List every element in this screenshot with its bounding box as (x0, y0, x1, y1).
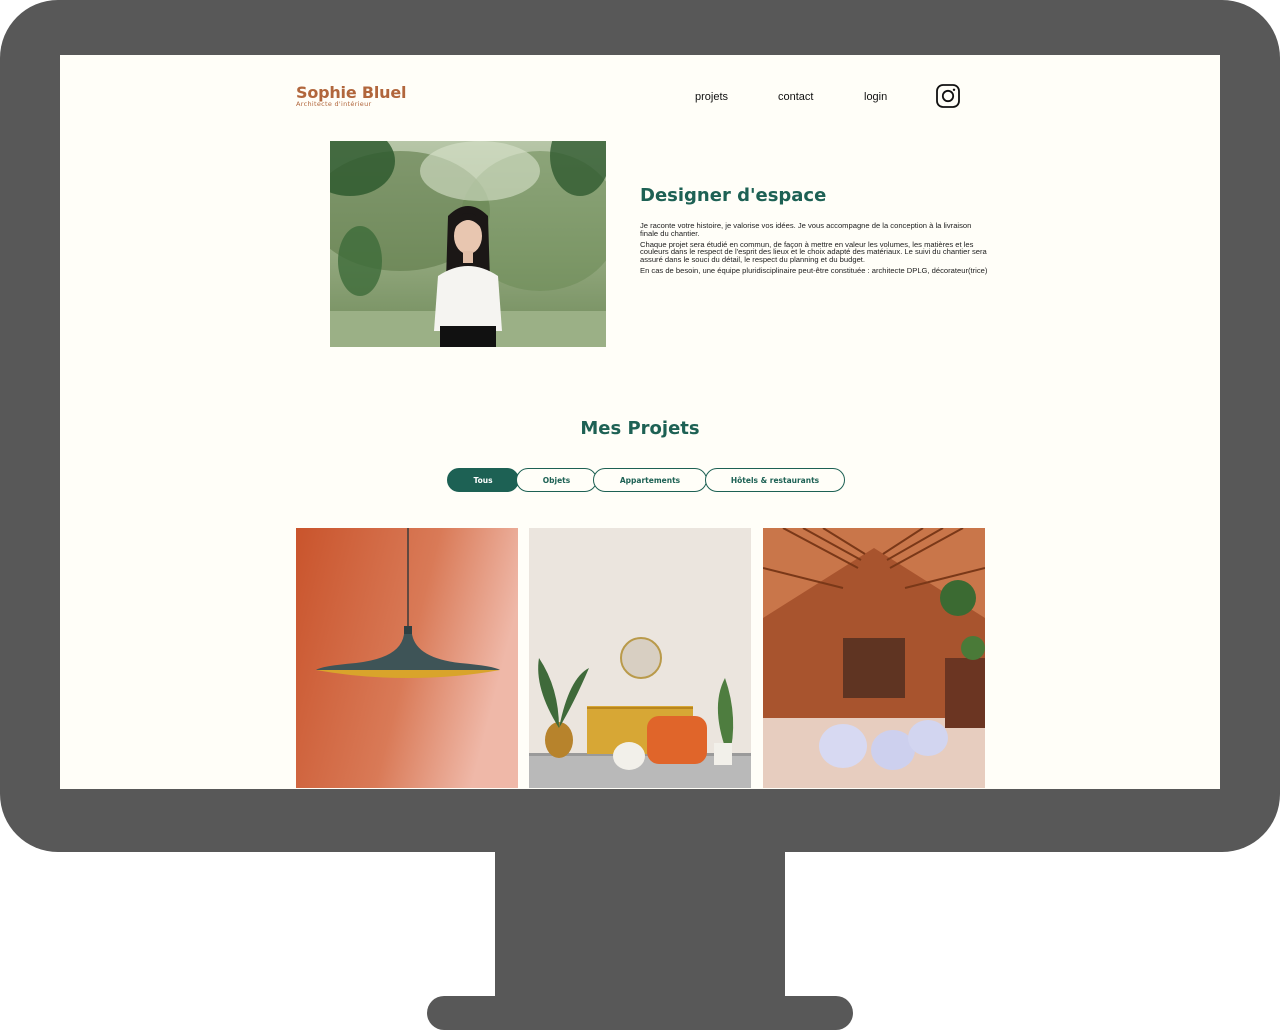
gallery-item-pendant-lamp[interactable] (296, 528, 518, 788)
filter-appartements-button[interactable]: Appartements (593, 468, 707, 492)
nav-contact[interactable]: contact (778, 90, 813, 104)
nav-login[interactable]: login (864, 90, 887, 104)
intro-paragraph: Je raconte votre histoire, je valorise v… (640, 221, 972, 238)
nav-projets[interactable]: projets (695, 90, 728, 104)
filter-hotels-restaurants-button[interactable]: Hôtels & restaurants (705, 468, 845, 492)
filter-tous-button[interactable]: Tous (447, 468, 519, 492)
website-screen: Sophie Bluel Architecte d'intérieur proj… (60, 55, 1220, 789)
filter-objets-button[interactable]: Objets (516, 468, 597, 492)
projects-title: Mes Projets (580, 418, 700, 439)
portrait-photo (330, 141, 606, 347)
intro-title: Designer d'espace (640, 185, 827, 206)
gallery-item-living-room[interactable] (529, 528, 751, 788)
monitor-base (427, 996, 853, 1030)
gallery-item-restaurant[interactable] (763, 528, 985, 788)
monitor-stand (495, 840, 785, 1012)
intro-text: Je raconte votre histoire, je valorise v… (640, 222, 990, 278)
instagram-icon[interactable] (936, 84, 960, 108)
main-nav: projets contact login (60, 90, 1220, 106)
intro-paragraph: En cas de besoin, une équipe pluridiscip… (640, 265, 988, 275)
intro-paragraph: Chaque projet sera étudié en commun, de … (640, 239, 987, 265)
